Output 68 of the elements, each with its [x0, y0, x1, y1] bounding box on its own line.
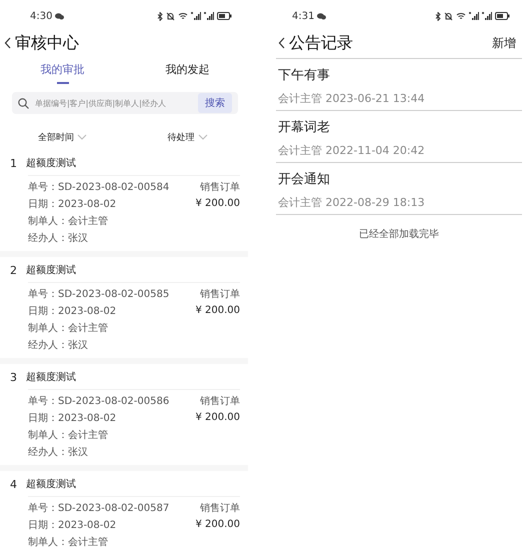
record-index: 4: [10, 478, 16, 490]
record-index: 1: [10, 156, 16, 170]
order-amount: ¥ 200.00: [195, 305, 240, 316]
record-index: 2: [10, 264, 16, 276]
order-date: 日期：2023-08-02: [28, 518, 116, 532]
creator-text: 制单人：会计主管: [28, 536, 108, 548]
record-title: 超额度测试: [26, 478, 76, 491]
notice-title[interactable]: 开幕词老: [278, 118, 520, 136]
order-date: 日期：2023-08-02: [28, 198, 116, 210]
tab[interactable]: 我的审批: [0, 60, 125, 90]
notice-title[interactable]: 开会通知: [278, 170, 520, 188]
search-button[interactable]: 搜索: [198, 93, 232, 113]
signal-icon: [204, 12, 214, 20]
search-icon: [18, 98, 29, 108]
bluetooth-icon: [435, 12, 441, 20]
status-time: 4:31: [292, 10, 314, 22]
order-type: 销售订单: [200, 288, 240, 300]
battery-icon: [217, 12, 232, 20]
caret-icon: [198, 134, 208, 140]
caret-icon: [77, 134, 87, 140]
handler-text: 经办人：张汉: [28, 232, 88, 244]
chat-icon: [55, 12, 64, 20]
order-number: 单号：SD-2023-08-02-00585: [28, 288, 170, 300]
order-type: 销售订单: [200, 394, 240, 408]
order-number: 单号：SD-2023-08-02-00587: [28, 502, 170, 514]
back-icon: [4, 37, 12, 49]
handler-text: 经办人：张汉: [28, 446, 88, 458]
screen-title: 公告记录: [289, 32, 353, 54]
notice-title[interactable]: 下午有事: [278, 66, 520, 84]
screen-title: 审核中心: [15, 32, 79, 54]
bell-muted-icon: [166, 12, 175, 20]
battery-icon: [495, 12, 510, 20]
signal-icon: [469, 12, 479, 20]
order-amount: ¥ 200.00: [195, 519, 240, 530]
bell-muted-icon: [444, 12, 453, 20]
creator-text: 制单人：会计主管: [28, 322, 108, 334]
notice-meta: 会计主管 2023-06-21 13:44: [278, 91, 426, 106]
signal-icon: [191, 12, 201, 20]
filter-dropdown[interactable]: 全部时间: [0, 128, 125, 146]
load-complete-text: 已经全部加载完毕: [358, 228, 440, 241]
creator-text: 制单人：会计主管: [28, 428, 108, 442]
notice-meta: 会计主管 2022-11-04 20:42: [278, 143, 426, 158]
order-type: 销售订单: [200, 502, 240, 514]
back-icon: [278, 37, 286, 49]
tab[interactable]: 我的发起: [125, 60, 250, 90]
notice-meta: 会计主管 2022-08-29 18:13: [278, 195, 426, 210]
order-type: 销售订单: [200, 180, 240, 194]
record-title: 超额度测试: [26, 264, 76, 277]
filter-dropdown[interactable]: 待处理: [125, 128, 250, 146]
order-number: 单号：SD-2023-08-02-00586: [28, 394, 170, 408]
record-title: 超额度测试: [26, 370, 76, 384]
wifi-icon: [178, 12, 188, 20]
order-amount: ¥ 200.00: [195, 198, 240, 209]
add-button[interactable]: 新增: [492, 34, 522, 52]
status-time: 4:30: [30, 10, 52, 22]
wifi-icon: [456, 12, 466, 20]
record-title: 超额度测试: [26, 156, 76, 170]
record-index: 3: [10, 370, 16, 384]
order-number: 单号：SD-2023-08-02-00584: [28, 180, 170, 194]
signal-icon: [482, 12, 492, 20]
bluetooth-icon: [157, 12, 163, 20]
creator-text: 制单人：会计主管: [28, 214, 108, 228]
order-date: 日期：2023-08-02: [28, 412, 116, 424]
handler-text: 经办人：张汉: [28, 338, 88, 352]
chat-icon: [317, 12, 326, 20]
order-amount: ¥ 200.00: [195, 412, 240, 423]
search-field[interactable]: 单据编号|客户|供应商|制单人|经办人 搜索: [12, 92, 238, 114]
order-date: 日期：2023-08-02: [28, 304, 116, 318]
